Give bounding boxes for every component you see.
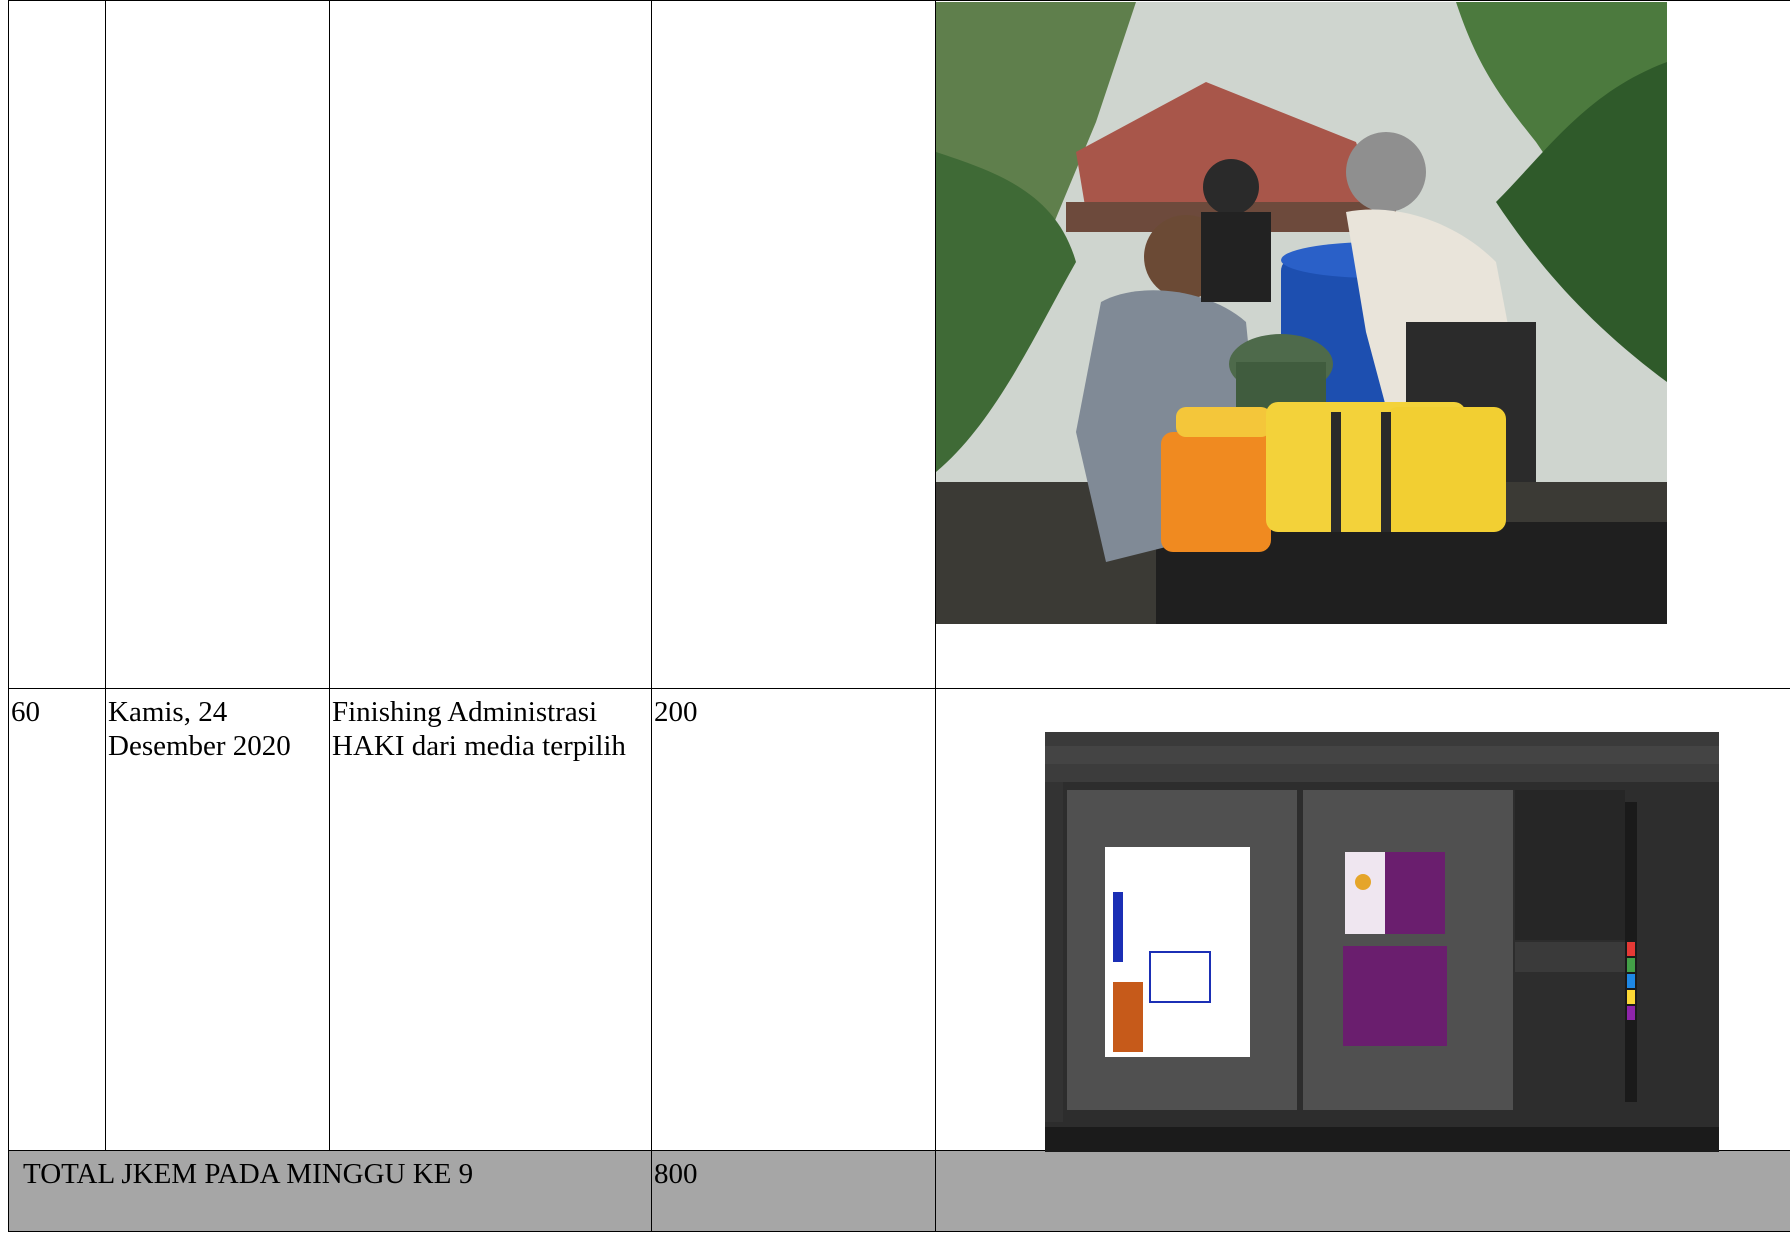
total-value: 800 [651,1150,936,1232]
activity-log-table: 60 Kamis, 24 Desember 2020 Finishing Adm… [8,0,1790,1232]
table-row-total: TOTAL JKEM PADA MINGGU KE 9 800 [8,1150,1790,1232]
cell-photo [935,0,1790,689]
cell-date: Kamis, 24 Desember 2020 [105,688,330,1151]
cell-no: 60 [8,688,106,1151]
cell-jkem: 200 [651,688,936,1151]
total-label: TOTAL JKEM PADA MINGGU KE 9 [8,1150,652,1232]
table-row: 60 Kamis, 24 Desember 2020 Finishing Adm… [8,688,1790,1152]
total-empty-cell [935,1150,1790,1232]
field-activity-photo [936,2,1667,624]
design-software-screenshot-svg [1045,732,1719,1152]
table-row [8,0,1790,689]
cell-jkem [651,0,936,689]
cell-activity [329,0,652,689]
cell-activity: Finishing Administrasi HAKI dari media t… [329,688,652,1151]
cell-no [8,0,106,689]
design-software-screenshot [1045,732,1719,1152]
field-activity-photo-svg [936,2,1667,624]
cell-date [105,0,330,689]
cell-photo [935,688,1790,1152]
